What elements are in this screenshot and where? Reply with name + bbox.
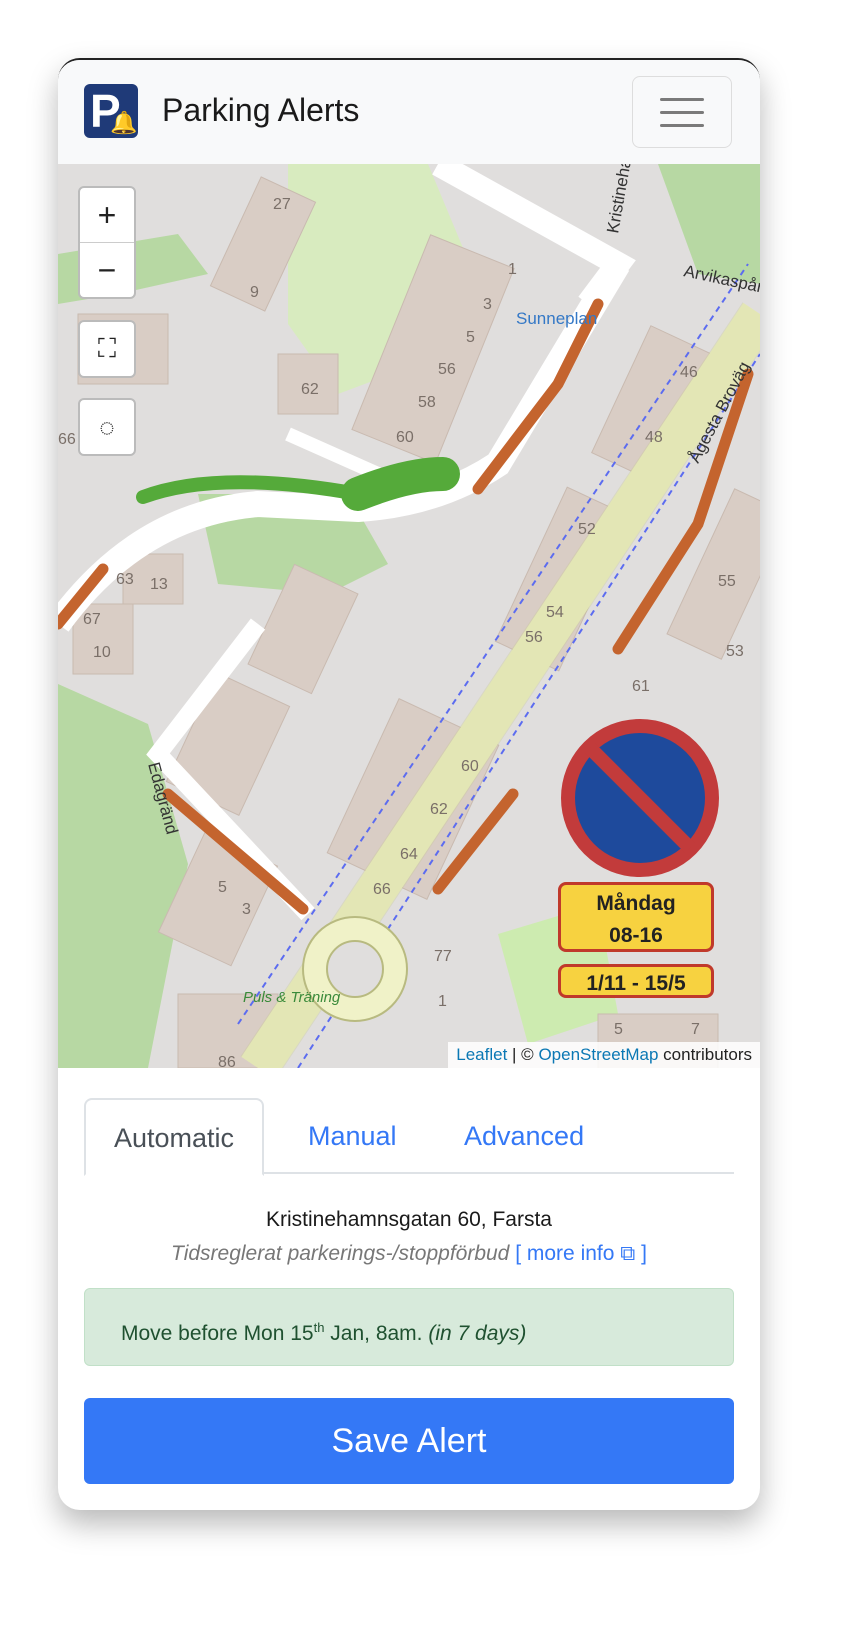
fullscreen-icon: ⛶ — [97, 333, 117, 363]
save-alert-button[interactable]: Save Alert — [84, 1398, 734, 1484]
navbar: P 🔔 Parking Alerts — [58, 60, 760, 165]
map-label: 3 — [483, 296, 492, 313]
map[interactable]: 27 9 1 3 5 56 58 60 62 64 66 46 48 52 54… — [58, 164, 760, 1068]
map-label: 13 — [150, 576, 168, 593]
zoom-in-button[interactable]: + — [80, 188, 134, 243]
map-label: 62 — [301, 381, 319, 398]
no-parking-sign-icon — [561, 719, 719, 877]
zoom-control: + − — [78, 186, 136, 299]
app-logo[interactable]: P 🔔 — [84, 84, 138, 138]
spinner-icon: ◌ — [99, 411, 115, 442]
fullscreen-button[interactable]: ⛶ — [78, 320, 136, 378]
leaflet-link[interactable]: Leaflet — [456, 1045, 507, 1064]
map-label: 60 — [396, 429, 414, 446]
map-label: 56 — [525, 629, 543, 646]
map-label: 58 — [418, 394, 436, 411]
osm-link[interactable]: OpenStreetMap — [538, 1045, 658, 1064]
regulation-info: Tidsreglerat parkerings-/stoppförbud [ m… — [171, 1242, 647, 1265]
map-label: 9 — [250, 284, 259, 301]
map-label: 10 — [93, 644, 111, 661]
sign-period-plate: 1/11 - 15/5 — [558, 964, 714, 998]
map-label: 27 — [273, 196, 291, 213]
map-label: 56 — [438, 361, 456, 378]
map-label: 55 — [718, 573, 736, 590]
poi-label: Puls & Träning — [243, 989, 341, 1006]
address: Kristinehamnsgatan 60, Farsta — [266, 1208, 552, 1231]
map-label: 48 — [645, 429, 663, 446]
map-label: 1 — [438, 993, 447, 1010]
tab-manual[interactable]: Manual — [308, 1098, 397, 1172]
map-label: 63 — [116, 571, 134, 588]
hamburger-icon — [660, 98, 704, 101]
map-label: 77 — [434, 948, 452, 965]
map-label: 66 — [58, 431, 76, 448]
map-label: 52 — [578, 521, 596, 538]
move-deadline-alert: Move before Mon 15th Jan, 8am. (in 7 day… — [84, 1288, 734, 1366]
mode-tabs: Automatic Manual Advanced — [84, 1098, 734, 1176]
map-label: 7 — [691, 1021, 700, 1038]
tab-advanced[interactable]: Advanced — [464, 1098, 584, 1172]
map-label: 62 — [430, 801, 448, 818]
sign-time-plate: Måndag 08-16 — [558, 882, 714, 952]
map-label: 5 — [614, 1021, 623, 1038]
map-label: 60 — [461, 758, 479, 775]
map-label: 66 — [373, 881, 391, 898]
menu-toggle-button[interactable] — [632, 76, 732, 148]
bell-icon: 🔔 — [110, 110, 138, 135]
map-label: 54 — [546, 604, 564, 621]
map-label: 61 — [632, 678, 650, 695]
zoom-out-button[interactable]: − — [80, 243, 134, 297]
map-label: 1 — [508, 261, 517, 278]
app-title[interactable]: Parking Alerts — [162, 92, 359, 129]
map-label: 46 — [680, 364, 698, 381]
more-info-link[interactable]: [ more info ⧉ ] — [515, 1242, 647, 1265]
map-label: 86 — [218, 1054, 236, 1068]
map-label: 5 — [466, 329, 475, 346]
app-card: P 🔔 Parking Alerts 27 9 1 3 5 56 58 60 6… — [58, 58, 760, 1510]
map-label: 67 — [83, 611, 101, 628]
map-label: 53 — [726, 643, 744, 660]
map-label: 64 — [400, 846, 418, 863]
street-label: Sunneplan — [516, 309, 597, 328]
locate-button[interactable]: ◌ — [78, 398, 136, 456]
map-attribution: Leaflet | © OpenStreetMap contributors — [448, 1042, 760, 1068]
map-label: 5 — [218, 879, 227, 896]
map-label: 3 — [242, 901, 251, 918]
tab-automatic[interactable]: Automatic — [84, 1098, 265, 1176]
